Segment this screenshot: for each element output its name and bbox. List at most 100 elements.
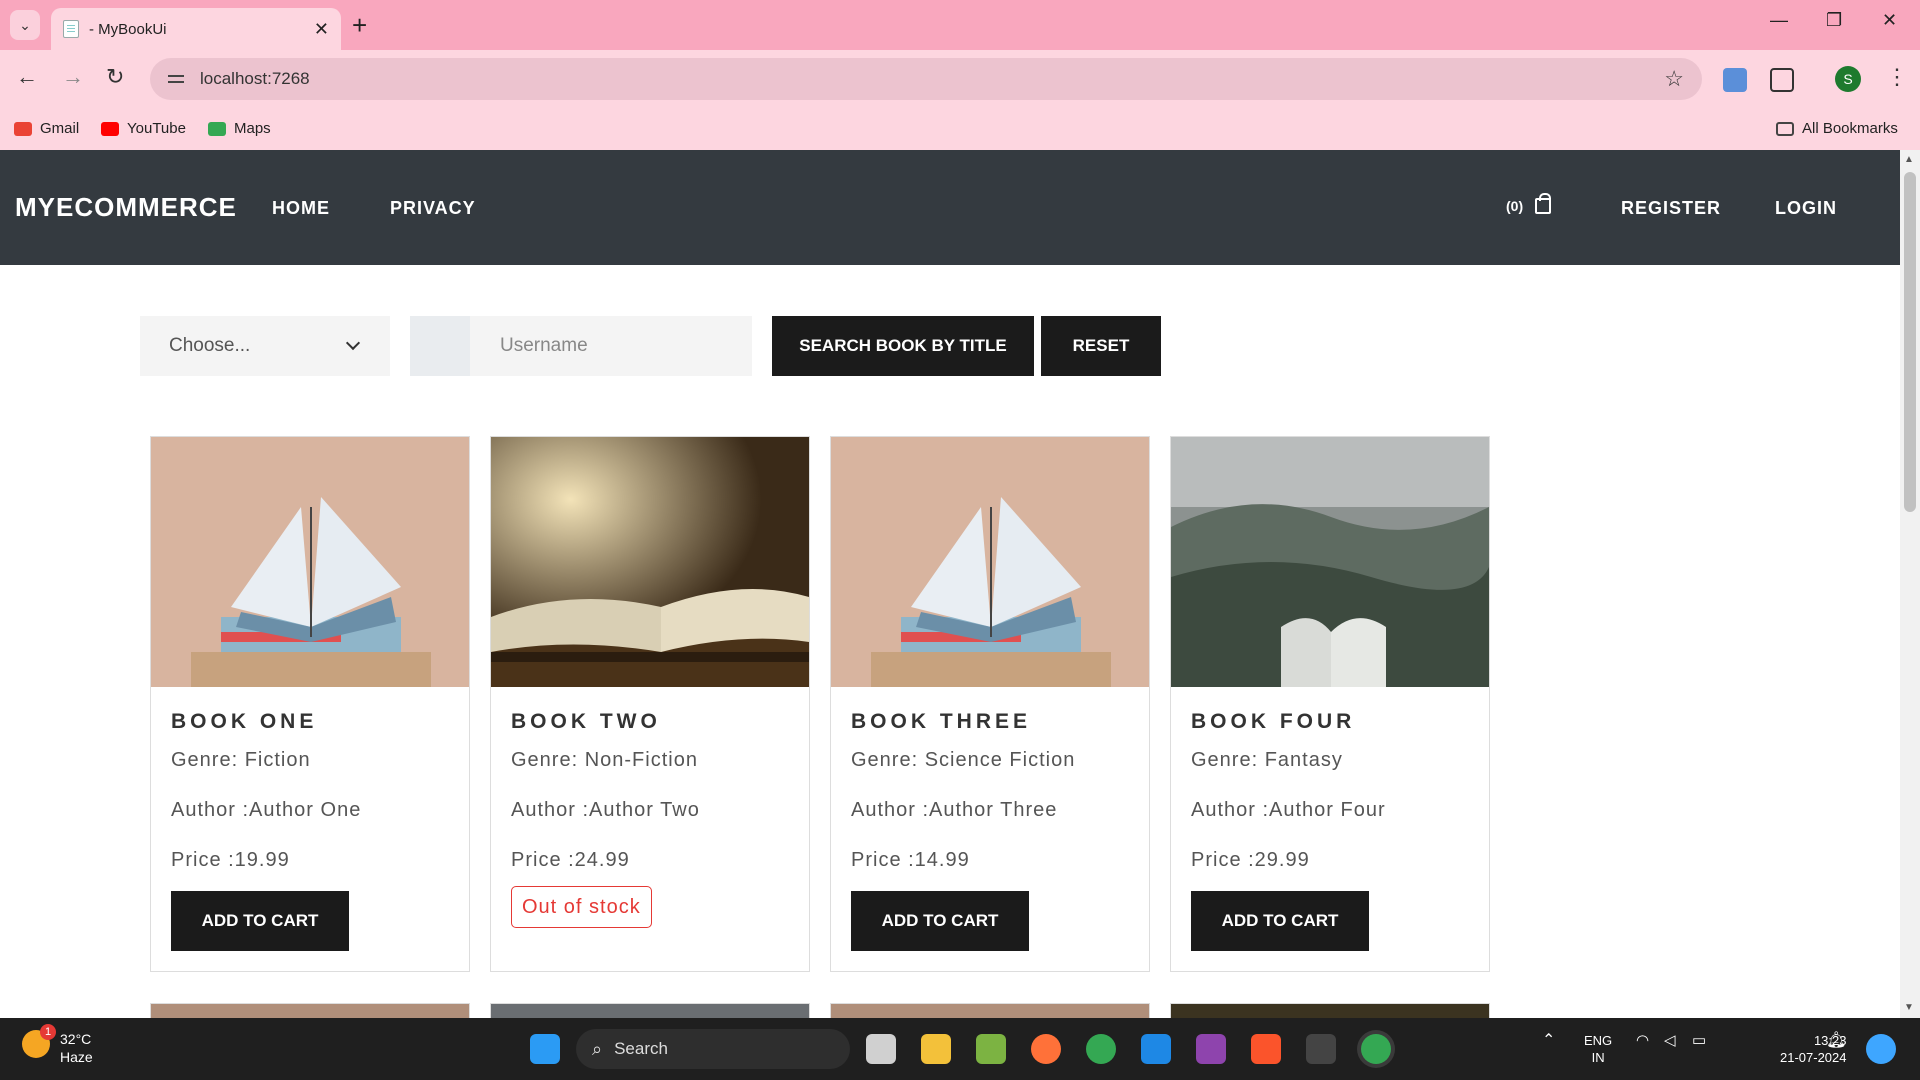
weather-widget[interactable]: 1 32°C Haze — [22, 1024, 93, 1066]
language-indicator[interactable]: ENG IN — [1584, 1032, 1612, 1066]
task-view-icon[interactable] — [866, 1034, 896, 1064]
book-genre: Genre: Fantasy — [1191, 749, 1343, 771]
taskbar-search[interactable]: ⌕ Search — [576, 1029, 850, 1069]
terminal-icon[interactable] — [1306, 1034, 1336, 1064]
extension-icon[interactable] — [1723, 68, 1747, 92]
all-bookmarks[interactable]: All Bookmarks — [1776, 120, 1898, 137]
wifi-icon[interactable]: ◠ — [1636, 1032, 1649, 1049]
browser-menu-icon[interactable]: ⋮ — [1886, 64, 1908, 90]
book-card-partial — [1170, 1003, 1490, 1018]
firefox-icon[interactable] — [1031, 1034, 1061, 1064]
book-genre: Genre: Fiction — [171, 749, 311, 771]
book-card-partial — [830, 1003, 1150, 1018]
input-group-prefix — [410, 316, 470, 376]
new-tab-button[interactable]: + — [352, 10, 367, 40]
shopping-bag-icon — [1535, 193, 1552, 214]
brave-icon[interactable] — [1251, 1034, 1281, 1064]
book-card-partial — [150, 1003, 470, 1018]
book-price: Price :14.99 — [851, 849, 970, 871]
add-to-cart-button[interactable]: ADD TO CART — [851, 891, 1029, 951]
minimize-icon[interactable]: — — [1770, 10, 1788, 31]
address-bar[interactable]: localhost:7268 ☆ — [150, 58, 1702, 100]
bookmark-label: Gmail — [40, 120, 80, 137]
page-favicon-icon — [63, 20, 79, 38]
tab-close-icon[interactable]: ✕ — [314, 19, 329, 40]
out-of-stock-badge: Out of stock — [511, 886, 652, 928]
book-card: BOOK FOUR Genre: Fantasy Author :Author … — [1170, 436, 1490, 972]
bookmark-star-icon[interactable]: ☆ — [1664, 66, 1684, 92]
bookmark-maps[interactable]: Maps — [208, 120, 271, 137]
nav-home[interactable]: HOME — [272, 198, 330, 219]
region-code: IN — [1591, 1050, 1605, 1065]
book-cover-image — [491, 437, 809, 687]
tab-title: - MyBookUi — [89, 20, 167, 38]
restore-icon[interactable]: ❐ — [1826, 10, 1842, 31]
bookmark-gmail[interactable]: Gmail — [14, 120, 79, 137]
nav-register[interactable]: REGISTER — [1621, 198, 1721, 219]
book-card: BOOK ONE Genre: Fiction Author :Author O… — [150, 436, 470, 972]
book-cover-image — [151, 437, 469, 687]
search-by-title-button[interactable]: SEARCH BOOK BY TITLE — [772, 316, 1034, 376]
scroll-down-icon[interactable]: ▼ — [1904, 1002, 1914, 1013]
vscode-icon[interactable] — [1141, 1034, 1171, 1064]
book-cover-image — [1171, 437, 1489, 687]
reload-icon[interactable]: ↻ — [106, 64, 124, 90]
book-author: Author :Author Three — [851, 799, 1058, 821]
title-search-input[interactable] — [470, 316, 752, 376]
bookmark-label: YouTube — [127, 120, 186, 137]
back-arrow-icon[interactable]: ← — [16, 64, 38, 90]
add-to-cart-button[interactable]: ADD TO CART — [171, 891, 349, 951]
reset-button[interactable]: RESET — [1041, 316, 1161, 376]
book-title: BOOK TWO — [511, 710, 661, 733]
tab-search-button[interactable]: ⌄ — [10, 10, 40, 40]
forward-arrow-icon[interactable]: → — [62, 64, 84, 90]
book-card: BOOK THREE Genre: Science Fiction Author… — [830, 436, 1150, 972]
visual-studio-icon[interactable] — [1196, 1034, 1226, 1064]
volume-icon[interactable]: ◁ — [1664, 1032, 1676, 1049]
page-scrollbar[interactable]: ▲ ▼ — [1900, 150, 1920, 1018]
chrome-profile-icon[interactable] — [1361, 1034, 1391, 1064]
battery-icon[interactable]: ▭ — [1692, 1032, 1706, 1049]
weather-sun-icon: 1 — [22, 1024, 56, 1058]
windows-taskbar: 1 32°C Haze ⌕ Search ⌃ ENG IN ◠ ◁ ▭ 13:2… — [0, 1018, 1920, 1080]
gmail-icon — [14, 121, 32, 136]
book-genre: Genre: Science Fiction — [851, 749, 1076, 771]
weather-desc: Haze — [60, 1049, 93, 1065]
scrollbar-thumb[interactable] — [1904, 172, 1916, 512]
genre-select[interactable]: Choose... — [140, 316, 390, 376]
cart-link[interactable]: (0) — [1506, 193, 1552, 214]
site-navbar: MYECOMMERCE HOME PRIVACY (0) REGISTER LO… — [0, 150, 1900, 265]
genre-select-value: Choose... — [169, 335, 251, 356]
copilot-icon[interactable] — [1866, 1034, 1896, 1064]
browser-tab-strip: ⌄ - MyBookUi ✕ + — ❐ ✕ — [0, 0, 1920, 50]
site-brand[interactable]: MYECOMMERCE — [15, 192, 237, 223]
maps-icon — [208, 121, 226, 136]
weather-badge: 1 — [40, 1024, 56, 1040]
extensions-puzzle-icon[interactable] — [1770, 68, 1794, 92]
book-title: BOOK FOUR — [1191, 710, 1356, 733]
book-author: Author :Author Two — [511, 799, 700, 821]
clock-date: 21-07-2024 — [1780, 1050, 1847, 1065]
language-code: ENG — [1584, 1033, 1613, 1048]
bookmark-label: Maps — [234, 120, 271, 137]
bookmark-youtube[interactable]: YouTube — [101, 120, 186, 137]
book-card: BOOK TWO Genre: Non-Fiction Author :Auth… — [490, 436, 810, 972]
nav-login[interactable]: LOGIN — [1775, 198, 1837, 219]
site-info-icon[interactable] — [166, 70, 188, 88]
windows-start-icon[interactable] — [530, 1034, 560, 1064]
book-title: BOOK ONE — [171, 710, 318, 733]
file-explorer-icon[interactable] — [921, 1034, 951, 1064]
chrome-icon[interactable] — [1086, 1034, 1116, 1064]
book-cover-image — [831, 437, 1149, 687]
app-icon[interactable] — [976, 1034, 1006, 1064]
browser-tab[interactable]: - MyBookUi ✕ — [51, 8, 341, 50]
notification-bell-icon[interactable]: 🔔︎ — [1826, 1032, 1846, 1049]
address-url: localhost:7268 — [200, 69, 310, 88]
profile-avatar[interactable]: S — [1835, 66, 1861, 92]
chevron-down-icon — [345, 335, 361, 351]
nav-privacy[interactable]: PRIVACY — [390, 198, 476, 219]
tray-overflow-icon[interactable]: ⌃ — [1542, 1032, 1555, 1049]
add-to-cart-button[interactable]: ADD TO CART — [1191, 891, 1369, 951]
scroll-up-icon[interactable]: ▲ — [1904, 154, 1914, 165]
window-close-icon[interactable]: ✕ — [1882, 10, 1897, 31]
